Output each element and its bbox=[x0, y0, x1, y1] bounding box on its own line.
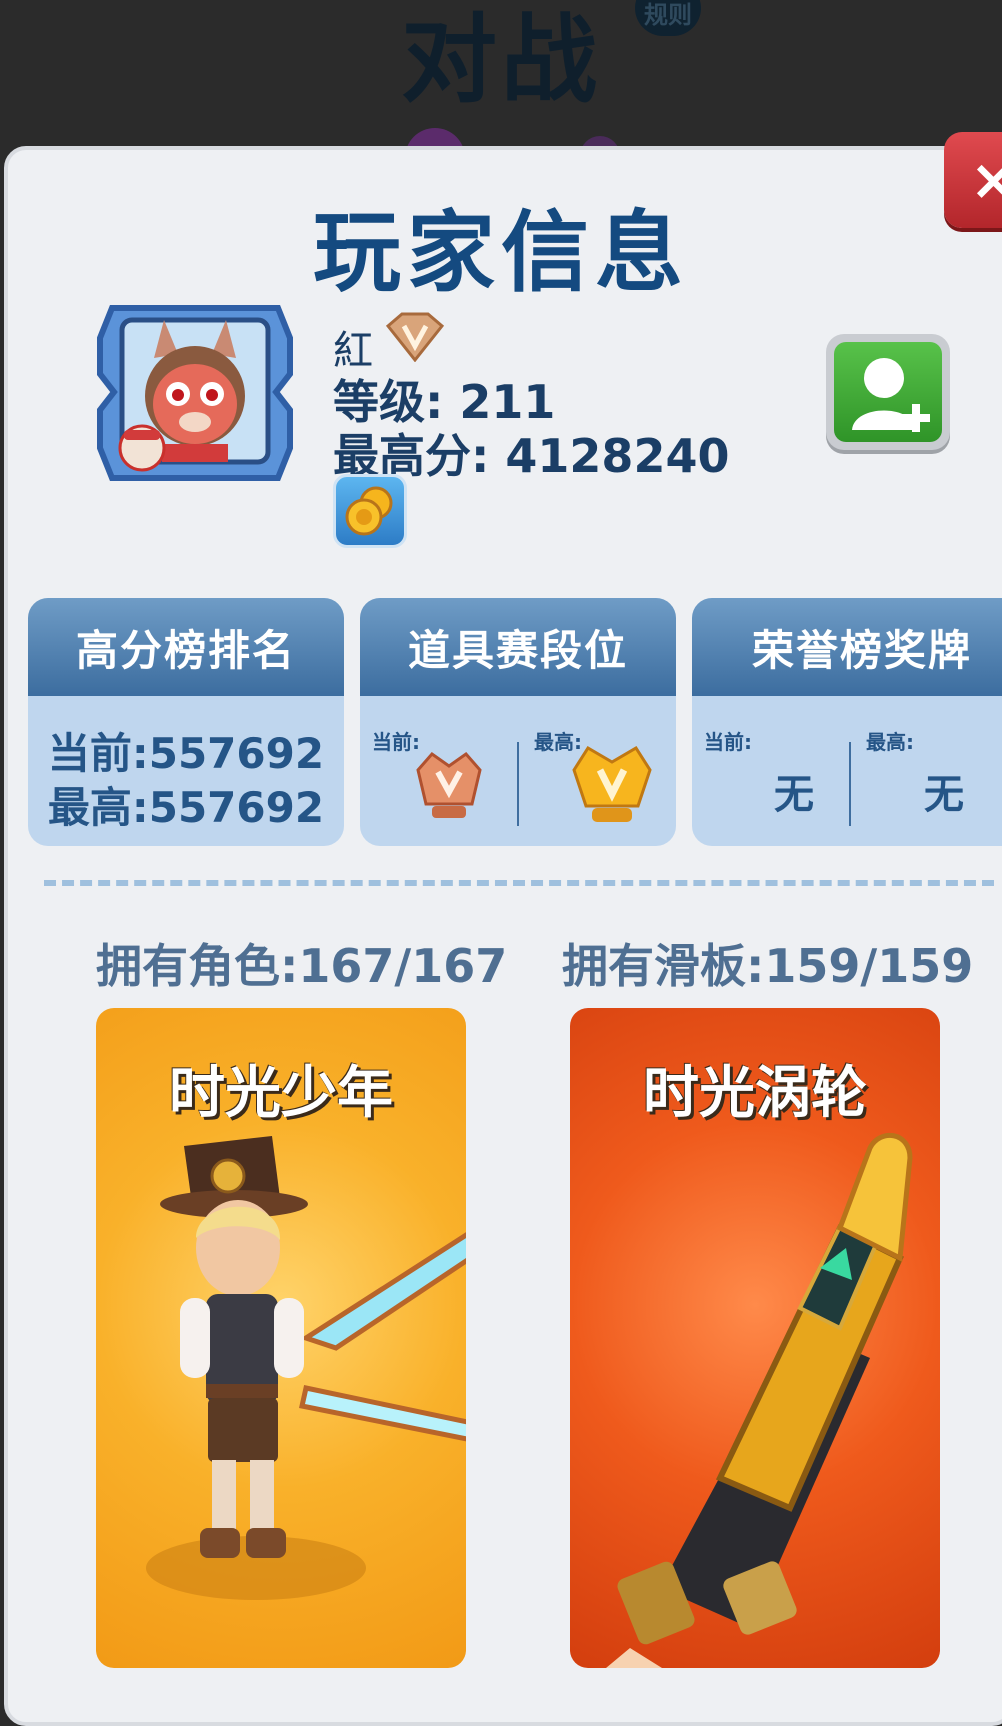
bronze-trophy-icon bbox=[412, 744, 486, 832]
leaderboard-best: 最高:557692 bbox=[47, 783, 325, 832]
item-tier-title: 道具赛段位 bbox=[360, 598, 676, 696]
coin-icon bbox=[333, 474, 407, 548]
leaderboard-rank-card: 高分榜排名 当前:557692 最高:557692 bbox=[28, 598, 344, 846]
screen-title: 对战 bbox=[401, 4, 601, 116]
boards-owned: 拥有滑板:159/159 bbox=[562, 939, 974, 993]
item-tier-card: 道具赛段位 当前: 最高: bbox=[360, 598, 676, 846]
character-name: 时光少年 bbox=[169, 1061, 393, 1126]
leaderboard-current: 当前:557692 bbox=[47, 729, 325, 778]
player-avatar bbox=[92, 298, 298, 484]
rank-badge-icon bbox=[384, 312, 446, 366]
dialog-title: 玩家信息 bbox=[312, 201, 689, 304]
divider bbox=[517, 742, 519, 826]
honor-current-value: 无 bbox=[774, 772, 814, 818]
character-card[interactable]: 时光少年 bbox=[96, 1008, 466, 1668]
add-friend-button[interactable] bbox=[826, 334, 950, 450]
characters-owned: 拥有角色:167/167 bbox=[96, 939, 508, 993]
board-name: 时光涡轮 bbox=[643, 1061, 867, 1126]
honor-medal-card: 荣誉榜奖牌 当前: 最高: 无 无 bbox=[692, 598, 1002, 846]
honor-best-value: 无 bbox=[924, 772, 964, 818]
gold-trophy-icon bbox=[570, 736, 654, 834]
honor-medal-title: 荣誉榜奖牌 bbox=[692, 598, 1002, 696]
leaderboard-rank-title: 高分榜排名 bbox=[28, 598, 344, 696]
divider bbox=[849, 742, 851, 826]
board-card[interactable]: 时光涡轮 bbox=[570, 1008, 940, 1668]
honor-best-label: 最高: bbox=[866, 730, 914, 754]
section-divider bbox=[44, 880, 994, 886]
add-friend-icon bbox=[834, 342, 942, 442]
honor-current-label: 当前: bbox=[704, 730, 752, 754]
